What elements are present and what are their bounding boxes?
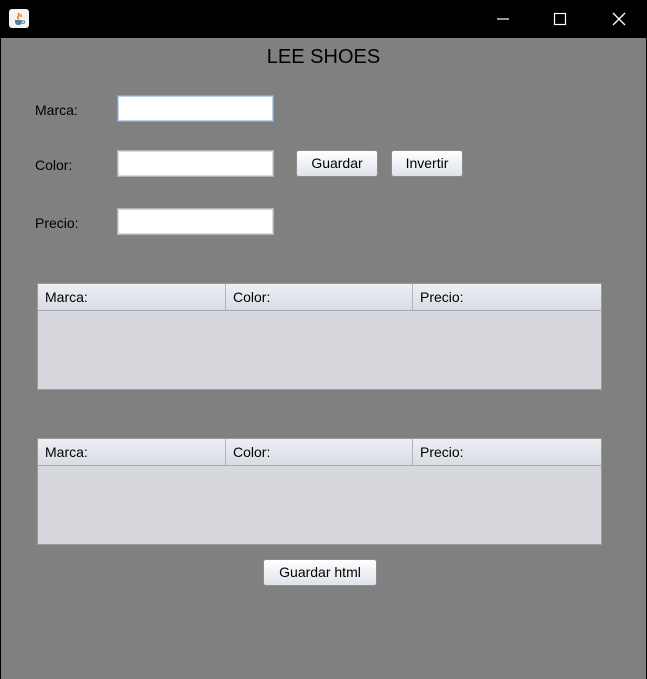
- app-title: LEE SHOES: [266, 46, 381, 68]
- invertir-button[interactable]: Invertir: [391, 150, 463, 177]
- maximize-button[interactable]: [537, 0, 583, 38]
- maximize-icon: [553, 12, 567, 26]
- column-header-precio[interactable]: Precio:: [413, 284, 601, 310]
- minimize-button[interactable]: [480, 0, 526, 38]
- guardar-button[interactable]: Guardar: [296, 150, 378, 177]
- table-header: Marca: Color: Precio:: [38, 439, 601, 466]
- close-button[interactable]: [596, 0, 642, 38]
- window-titlebar: [0, 0, 647, 38]
- marca-label: Marca:: [35, 102, 78, 118]
- column-header-precio[interactable]: Precio:: [413, 439, 601, 465]
- table-header: Marca: Color: Precio:: [38, 284, 601, 311]
- column-header-marca[interactable]: Marca:: [38, 439, 226, 465]
- guardar-html-button[interactable]: Guardar html: [263, 559, 377, 586]
- marca-input[interactable]: [117, 95, 274, 122]
- column-header-marca[interactable]: Marca:: [38, 284, 226, 310]
- close-icon: [612, 12, 626, 26]
- color-input[interactable]: [117, 150, 274, 177]
- minimize-icon: [497, 18, 509, 20]
- column-header-color[interactable]: Color:: [226, 439, 413, 465]
- inverted-shoes-table[interactable]: Marca: Color: Precio:: [37, 438, 602, 545]
- java-coffee-cup-icon[interactable]: [9, 9, 29, 28]
- column-header-color[interactable]: Color:: [226, 284, 413, 310]
- color-label: Color:: [35, 157, 73, 173]
- precio-input[interactable]: [117, 208, 274, 235]
- shoes-table[interactable]: Marca: Color: Precio:: [37, 283, 602, 390]
- precio-label: Precio:: [35, 215, 79, 231]
